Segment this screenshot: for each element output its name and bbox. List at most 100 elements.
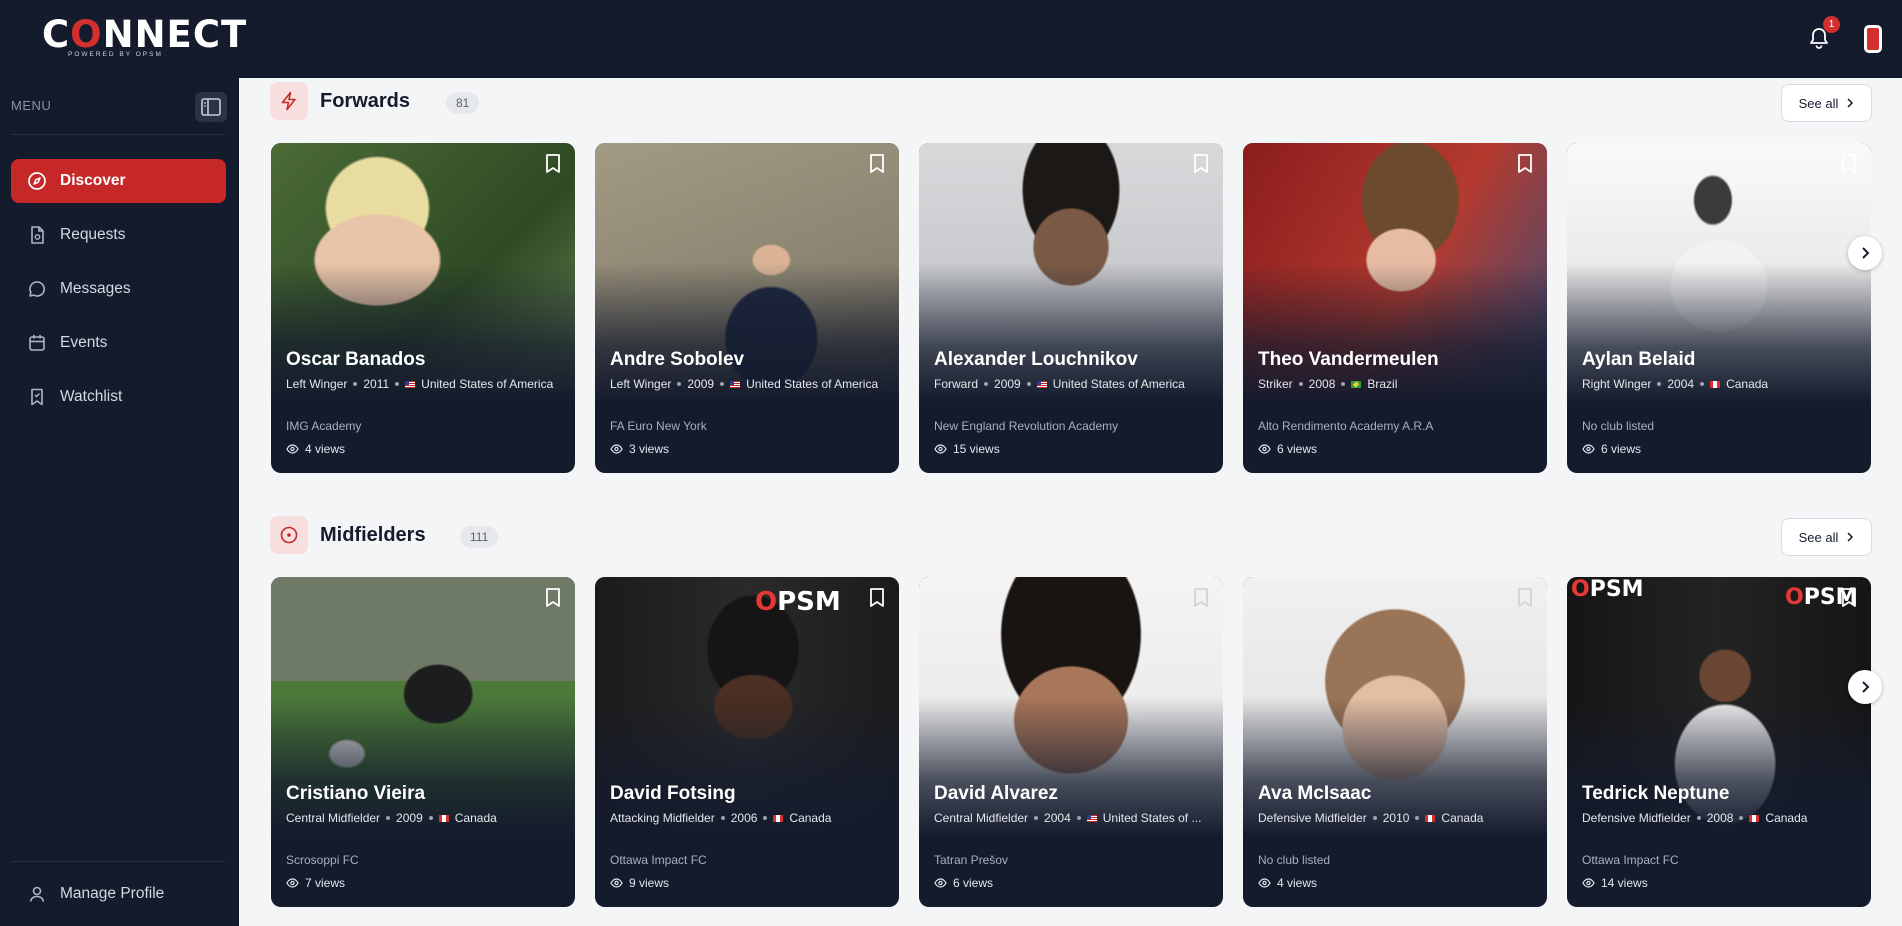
top-bar: CONNECT POWERED BY OPSM 1: [0, 0, 1902, 78]
player-club: FA Euro New York: [610, 419, 707, 433]
player-name: Aylan Belaid: [1582, 349, 1696, 370]
player-name: David Alvarez: [934, 783, 1058, 804]
player-views: 14 views: [1582, 876, 1648, 890]
player-country: United States of America: [1052, 377, 1185, 391]
player-birth-year: 2008: [1706, 811, 1734, 825]
canada-flag-icon: [1749, 814, 1760, 822]
sidebar-item-label: Discover: [60, 172, 126, 189]
player-club: Ottawa Impact FC: [610, 853, 707, 867]
bookmark-icon[interactable]: [867, 153, 887, 175]
chevron-right-icon: [1862, 247, 1870, 259]
sidebar-item-messages[interactable]: Messages: [11, 267, 226, 311]
player-card[interactable]: Oscar Banados Left Winger 2011 United St…: [271, 143, 575, 473]
sidebar-item-requests[interactable]: Requests: [11, 213, 226, 257]
player-name: David Fotsing: [610, 783, 736, 804]
bookmark-icon[interactable]: [1515, 587, 1535, 609]
player-card[interactable]: David Alvarez Central Midfielder 2004 Un…: [919, 577, 1223, 907]
player-card[interactable]: OPSM OPSM Tedrick Neptune Defensive Midf…: [1567, 577, 1871, 907]
carousel-next-button[interactable]: [1848, 236, 1882, 270]
player-meta: Left Winger 2009 United States of Americ…: [610, 377, 890, 391]
sidebar-item-discover[interactable]: Discover: [11, 159, 226, 203]
player-position: Forward: [934, 377, 979, 391]
player-views: 15 views: [934, 442, 1000, 456]
player-country: Canada: [1726, 377, 1769, 391]
user-avatar[interactable]: [1864, 25, 1882, 53]
bookmark-icon[interactable]: [543, 587, 563, 609]
player-club: No club listed: [1582, 419, 1655, 433]
bookmark-icon[interactable]: [867, 587, 887, 609]
sidebar-item-events[interactable]: Events: [11, 321, 226, 365]
player-card[interactable]: Andre Sobolev Left Winger 2009 United St…: [595, 143, 899, 473]
connect-logo[interactable]: CONNECT POWERED BY OPSM: [42, 16, 246, 60]
player-card[interactable]: OPSM David Fotsing Attacking Midfielder …: [595, 577, 899, 907]
sidebar-collapse-button[interactable]: [195, 92, 227, 122]
player-views: 6 views: [1258, 442, 1317, 456]
player-birth-year: 2004: [1044, 811, 1071, 825]
player-club: Scrosoppi FC: [286, 853, 359, 867]
document-icon: [26, 224, 48, 246]
player-position: Central Midfielder: [934, 811, 1029, 825]
bookmark-icon[interactable]: [543, 153, 563, 175]
section-title: Forwards: [320, 90, 411, 112]
player-views: 4 views: [286, 442, 345, 456]
player-card[interactable]: Alexander Louchnikov Forward 2009 United…: [919, 143, 1223, 473]
sidebar-divider: [11, 134, 225, 135]
player-birth-year: 2008: [1308, 377, 1336, 391]
sidebar: MENU Discover Requests Messages Events W…: [0, 78, 239, 926]
see-all-forwards-button[interactable]: See all: [1781, 84, 1872, 122]
bookmark-icon[interactable]: [1515, 153, 1535, 175]
chevron-right-icon: [1847, 98, 1854, 108]
canada-flag-icon: [1710, 380, 1721, 388]
player-card[interactable]: Theo Vandermeulen Striker 2008 Brazil Al…: [1243, 143, 1547, 473]
bookmark-icon: [26, 386, 48, 408]
player-views: 4 views: [1258, 876, 1317, 890]
player-country: United States of ...: [1102, 811, 1202, 825]
player-club: Alto Rendimento Academy A.R.A: [1258, 419, 1434, 433]
player-birth-year: 2004: [1667, 377, 1695, 391]
manage-profile-label: Manage Profile: [60, 885, 165, 902]
notification-badge: 1: [1823, 16, 1840, 33]
player-meta: Central Midfielder 2004 United States of…: [934, 811, 1214, 825]
player-position: Striker: [1258, 377, 1293, 391]
player-card[interactable]: Ava McIsaac Defensive Midfielder 2010 Ca…: [1243, 577, 1547, 907]
eye-icon: [1582, 878, 1595, 888]
bookmark-icon[interactable]: [1839, 153, 1859, 175]
chat-bubble-icon: [26, 278, 48, 300]
bookmark-icon[interactable]: [1839, 587, 1859, 609]
manage-profile-button[interactable]: Manage Profile: [11, 872, 226, 916]
eye-icon: [610, 878, 623, 888]
menu-label: MENU: [11, 98, 52, 113]
player-country: United States of America: [421, 377, 554, 391]
player-name: Oscar Banados: [286, 349, 426, 370]
canada-flag-icon: [438, 814, 449, 822]
player-card[interactable]: Cristiano Vieira Central Midfielder 2009…: [271, 577, 575, 907]
opsm-watermark: OPSM: [1571, 577, 1644, 602]
player-meta: Striker 2008 Brazil: [1258, 377, 1538, 391]
player-card[interactable]: Aylan Belaid Right Winger 2004 Canada No…: [1567, 143, 1871, 473]
see-all-midfielders-button[interactable]: See all: [1781, 518, 1872, 556]
player-club: New England Revolution Academy: [934, 419, 1119, 433]
brazil-flag-icon: [1351, 380, 1362, 388]
player-country: Canada: [789, 811, 832, 825]
player-position: Left Winger: [286, 377, 348, 391]
player-name: Ava McIsaac: [1258, 783, 1372, 804]
carousel-next-button[interactable]: [1848, 670, 1882, 704]
user-icon: [26, 883, 48, 905]
eye-icon: [286, 878, 299, 888]
player-club: IMG Academy: [286, 419, 362, 433]
bookmark-icon[interactable]: [1191, 153, 1211, 175]
sidebar-item-watchlist[interactable]: Watchlist: [11, 375, 226, 419]
player-position: Defensive Midfielder: [1258, 811, 1367, 825]
player-birth-year: 2011: [363, 377, 390, 391]
sidebar-item-label: Events: [60, 334, 108, 351]
player-birth-year: 2009: [687, 377, 715, 391]
bookmark-icon[interactable]: [1191, 587, 1211, 609]
player-meta: Right Winger 2004 Canada: [1582, 377, 1862, 391]
us-flag-icon: [1036, 380, 1047, 388]
player-country: Brazil: [1367, 377, 1398, 391]
us-flag-icon: [730, 380, 741, 388]
player-position: Central Midfielder: [286, 811, 381, 825]
opsm-watermark: OPSM: [755, 587, 841, 617]
player-views: 6 views: [934, 876, 993, 890]
eye-icon: [286, 444, 299, 454]
